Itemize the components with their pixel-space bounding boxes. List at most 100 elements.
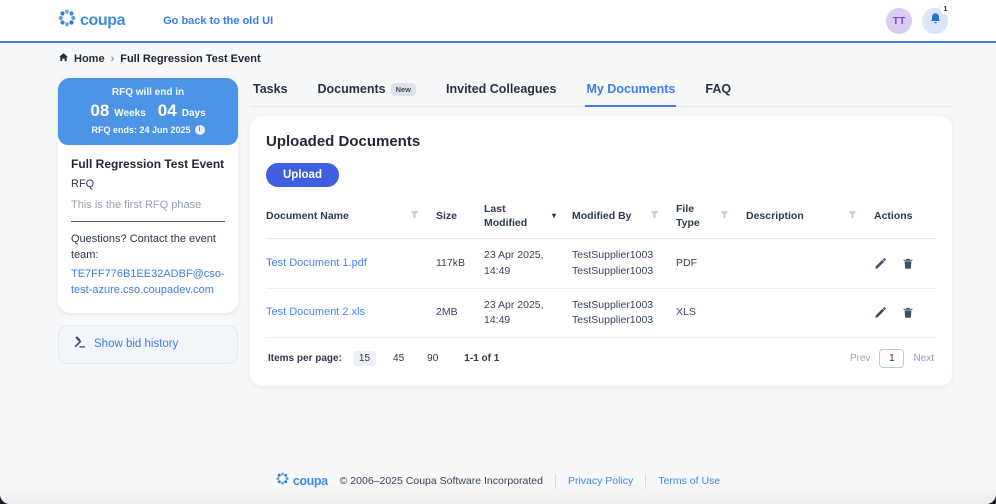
document-link[interactable]: Test Document 2.xls <box>266 306 365 318</box>
file-type-cell: XLS <box>676 306 696 319</box>
tab-faq[interactable]: FAQ <box>704 78 732 107</box>
modified-by-cell: TestSupplier1003 TestSupplier1003 <box>572 298 654 326</box>
back-to-old-ui-link[interactable]: Go back to the old UI <box>163 15 273 27</box>
contact-email-link[interactable]: TE7FF776B1EE32ADBF@cso-test-azure.cso.co… <box>71 266 225 299</box>
contact-label: Questions? Contact the event team: <box>71 233 216 261</box>
weeks-value: 08 <box>90 101 110 120</box>
col-document-name: Document Name <box>266 209 436 225</box>
app-window: coupa Go back to the old UI TT 1 Home › … <box>0 0 996 504</box>
notification-badge: 1 <box>940 3 951 15</box>
event-phase-note: This is the first RFQ phase <box>71 199 202 211</box>
delete-document-button[interactable] <box>902 306 914 319</box>
current-page-input[interactable]: 1 <box>879 349 905 369</box>
documents-table: Document Name Size Last Modified ▾ Modif… <box>266 201 936 376</box>
uploaded-documents-panel: Uploaded Documents Upload Document Name … <box>250 116 952 387</box>
copyright-text: © 2006–2025 Coupa Software Incorporated <box>339 475 543 487</box>
prev-page-button[interactable]: Prev <box>850 353 871 364</box>
size-cell: 117kB <box>436 256 465 269</box>
coupa-wordmark: coupa <box>80 11 126 29</box>
filter-icon[interactable] <box>649 209 660 225</box>
footer-divider <box>554 473 556 489</box>
size-cell: 2MB <box>436 306 458 319</box>
terms-of-use-link[interactable]: Terms of Use <box>658 475 720 487</box>
items-per-page-label: Items per page: <box>268 353 342 365</box>
table-row: Test Document 1.pdf 117kB 23 Apr 2025, 1… <box>266 239 936 289</box>
privacy-policy-link[interactable]: Privacy Policy <box>568 475 633 487</box>
page-footer: coupa © 2006–2025 Coupa Software Incorpo… <box>0 460 996 504</box>
coupa-flower-icon <box>58 9 76 32</box>
user-avatar[interactable]: TT <box>886 7 912 34</box>
content-area: RFQ will end in 08 Weeks 04 Days RFQ end… <box>0 72 996 460</box>
footer-coupa-logo: coupa <box>276 472 328 490</box>
col-actions: Actions <box>874 209 913 222</box>
coupa-logo[interactable]: coupa <box>58 9 126 32</box>
bid-history-label: Show bid history <box>94 338 179 351</box>
results-range: 1-1 of 1 <box>464 353 500 365</box>
top-header: coupa Go back to the old UI TT 1 <box>0 0 996 43</box>
file-type-cell: PDF <box>676 256 697 269</box>
event-tabs: Tasks Documents New Invited Colleagues M… <box>250 78 952 107</box>
pager: Prev 1 Next <box>850 349 934 369</box>
new-badge: New <box>390 82 417 96</box>
next-page-button[interactable]: Next <box>913 353 934 364</box>
tab-tasks[interactable]: Tasks <box>252 78 289 107</box>
page-size-option-15[interactable]: 15 <box>352 351 377 367</box>
breadcrumb-chevron: › <box>110 53 115 65</box>
event-info: Full Regression Test Event RFQ This is t… <box>58 145 238 313</box>
rfq-countdown-card: RFQ will end in 08 Weeks 04 Days RFQ end… <box>58 78 238 145</box>
divider <box>71 221 225 222</box>
event-summary-card: RFQ will end in 08 Weeks 04 Days RFQ end… <box>58 78 238 313</box>
show-bid-history-button[interactable]: Show bid history <box>58 324 238 364</box>
edit-document-button[interactable] <box>874 257 887 270</box>
event-type: RFQ <box>71 178 95 190</box>
info-icon[interactable]: i <box>194 125 205 135</box>
document-link[interactable]: Test Document 1.pdf <box>266 257 367 269</box>
modified-by-cell: TestSupplier1003 TestSupplier1003 <box>572 249 654 277</box>
actions-cell <box>874 306 936 319</box>
notification-bell-button[interactable]: 1 <box>922 3 951 34</box>
footer-divider <box>645 473 647 489</box>
tab-my-documents[interactable]: My Documents <box>585 78 677 107</box>
page-size-option-45[interactable]: 45 <box>387 351 410 366</box>
col-description: Description <box>746 209 874 225</box>
panel-title: Uploaded Documents <box>266 133 421 150</box>
footer-wordmark: coupa <box>292 474 328 488</box>
col-size: Size <box>436 209 458 222</box>
event-sidebar: RFQ will end in 08 Weeks 04 Days RFQ end… <box>58 78 238 364</box>
weeks-label: Weeks <box>114 108 146 119</box>
page-size-option-90[interactable]: 90 <box>421 351 444 366</box>
bell-icon <box>929 12 942 30</box>
days-label: Days <box>181 108 206 119</box>
delete-document-button[interactable] <box>902 257 914 270</box>
table-row: Test Document 2.xls 2MB 23 Apr 2025, 14:… <box>266 289 936 339</box>
sort-desc-icon: ▾ <box>551 211 556 221</box>
edit-document-button[interactable] <box>874 306 887 319</box>
filter-icon[interactable] <box>719 209 730 225</box>
breadcrumb-current: Full Regression Test Event <box>120 53 261 65</box>
filter-icon[interactable] <box>847 209 858 225</box>
tab-invited-colleagues[interactable]: Invited Colleagues <box>445 78 557 107</box>
upload-button[interactable]: Upload <box>266 163 339 187</box>
event-title: Full Regression Test Event <box>71 157 225 171</box>
tab-documents[interactable]: Documents New <box>317 78 418 107</box>
last-modified-cell: 23 Apr 2025, 14:49 <box>484 249 544 277</box>
breadcrumb-home[interactable]: Home <box>58 52 105 66</box>
home-icon <box>58 52 69 66</box>
pagination-bar: Items per page: 15 45 90 1-1 of 1 Prev 1… <box>266 338 936 376</box>
col-file-type: File Type <box>676 203 746 230</box>
last-modified-cell: 23 Apr 2025, 14:49 <box>484 298 544 326</box>
breadcrumb: Home › Full Regression Test Event <box>0 43 996 72</box>
coupa-flower-icon <box>276 472 289 490</box>
actions-cell <box>874 257 936 270</box>
filter-icon[interactable] <box>409 209 420 225</box>
table-header-row: Document Name Size Last Modified ▾ Modif… <box>266 201 936 240</box>
main-area: Tasks Documents New Invited Colleagues M… <box>250 78 952 387</box>
countdown-title: RFQ will end in <box>111 87 185 98</box>
rfq-end-date: RFQ ends: 24 Jun 2025 i <box>64 125 232 135</box>
col-last-modified[interactable]: Last Modified ▾ <box>484 203 572 230</box>
gavel-icon <box>72 335 86 354</box>
countdown-values: 08 Weeks 04 Days <box>64 101 232 121</box>
days-value: 04 <box>157 101 177 120</box>
col-modified-by: Modified By <box>572 209 676 225</box>
header-actions: TT 1 <box>886 3 951 34</box>
